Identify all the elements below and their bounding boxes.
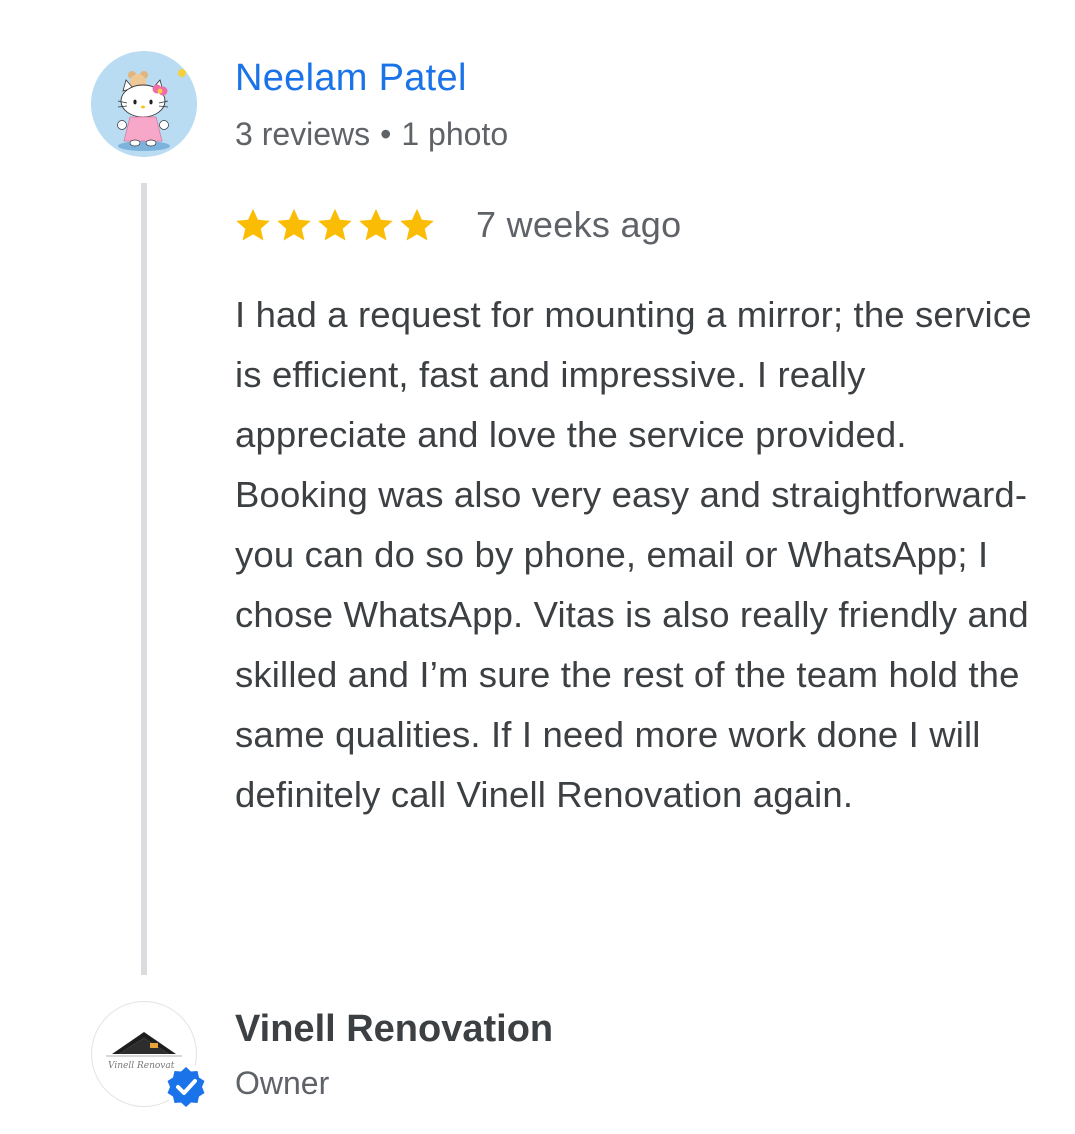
reviews-count: 3 reviews [235, 116, 371, 152]
reviewer-avatar[interactable] [91, 51, 197, 157]
thread-connector-line [141, 183, 147, 975]
star-icon [236, 208, 270, 241]
owner-name: Vinell Renovation [235, 1008, 554, 1050]
review-date: 7 weeks ago [476, 204, 682, 245]
rating-row: 7 weeks ago [234, 203, 681, 247]
star-icon [359, 208, 393, 241]
star-icon [277, 208, 311, 241]
hello-kitty-avatar-icon [117, 69, 186, 151]
star-icon [400, 208, 434, 241]
reviewer-meta: 3 reviews • 1 photo [235, 113, 508, 155]
reviewer-name-link[interactable]: Neelam Patel [235, 52, 467, 104]
verified-check-icon [164, 1064, 208, 1108]
owner-role: Owner [235, 1065, 330, 1101]
review-text: I had a request for mounting a mirror; t… [235, 294, 1032, 815]
meta-separator: • [380, 116, 392, 152]
photos-count: 1 photo [401, 116, 509, 152]
star-rating [234, 206, 436, 244]
star-icon [318, 208, 352, 241]
